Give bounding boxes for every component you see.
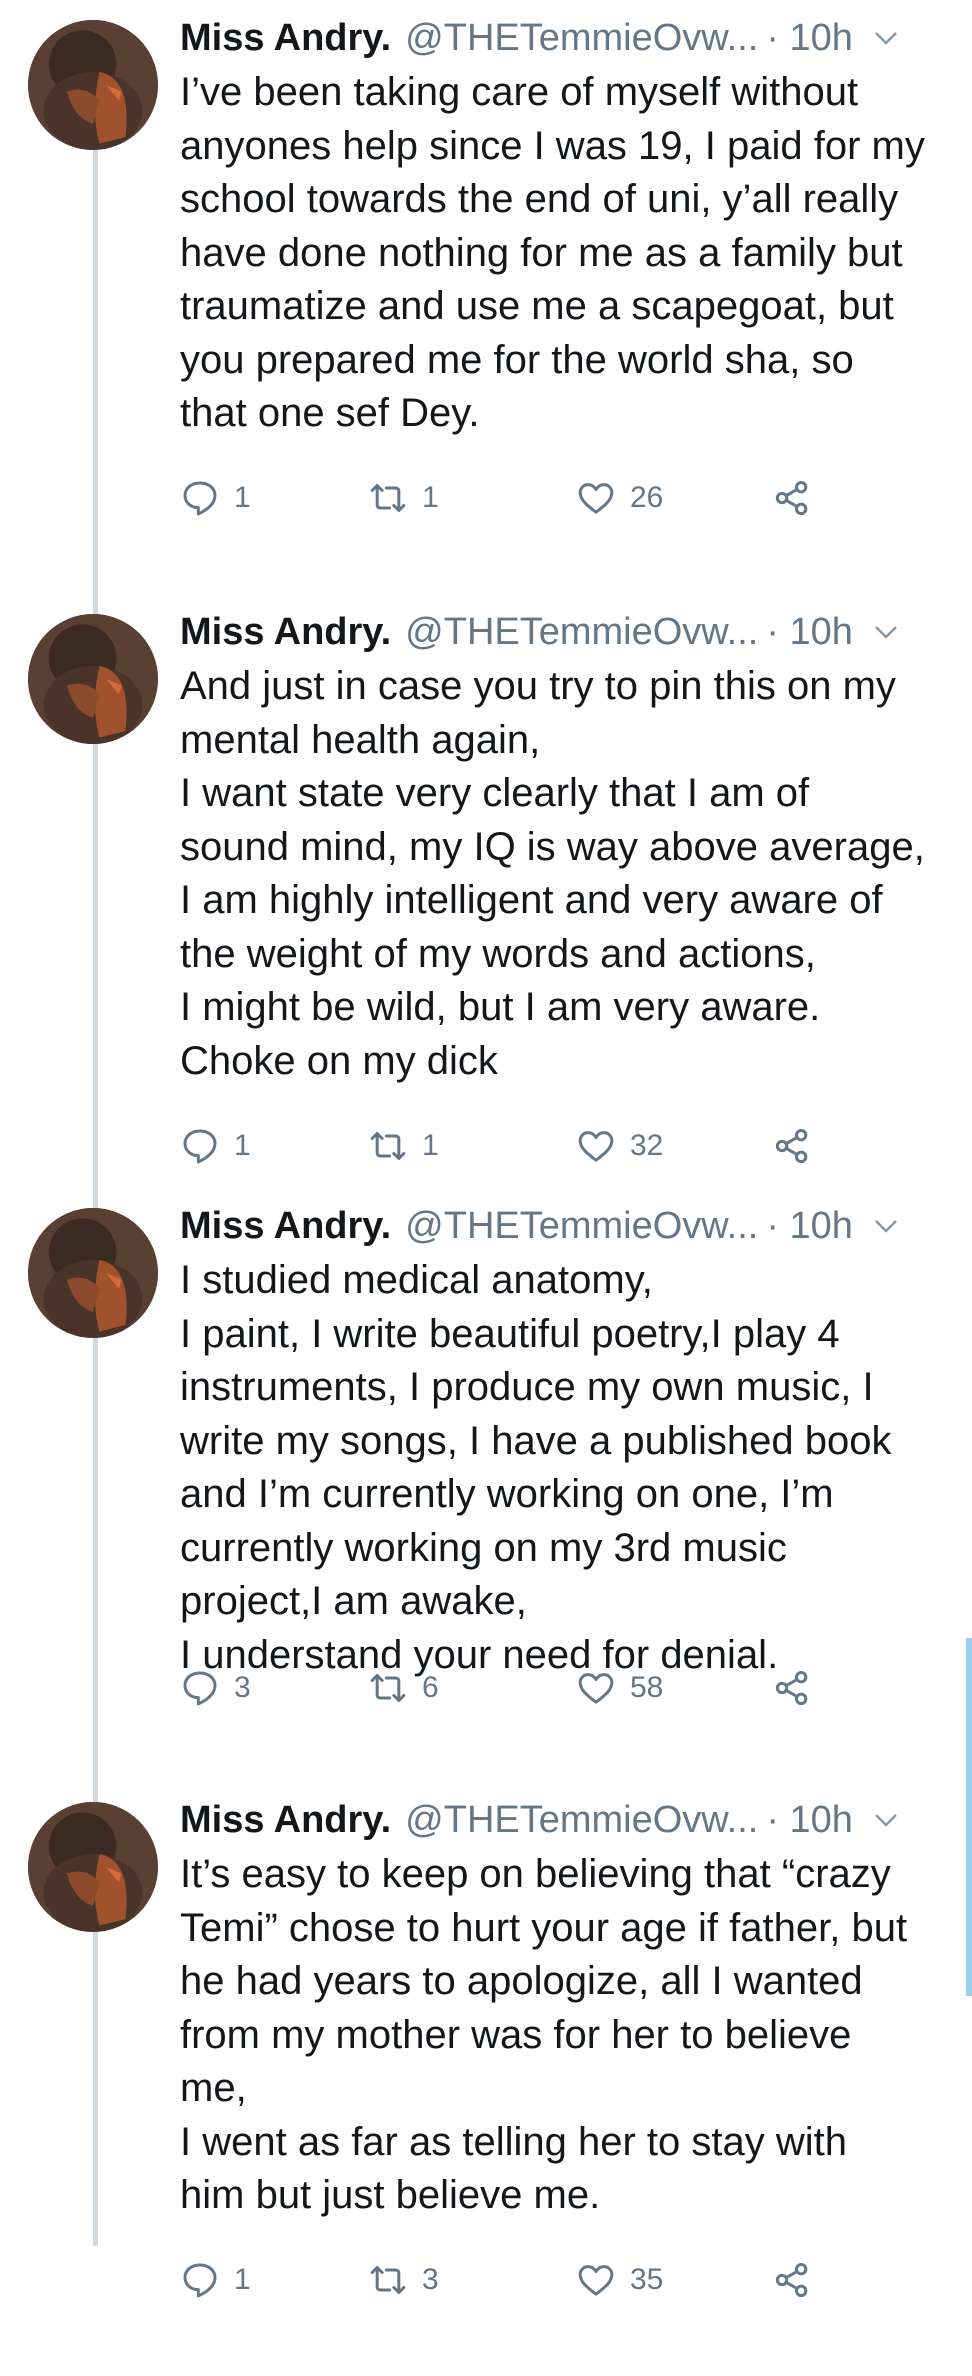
retweet-count: 6 xyxy=(422,1671,439,1704)
tweet-header: Miss Andry. @THETemmieOvw... · 10h xyxy=(180,12,950,64)
tweet-3[interactable]: Miss Andry. @THETemmieOvw... · 10h I stu… xyxy=(0,1188,972,1782)
avatar[interactable] xyxy=(28,20,158,150)
share-icon xyxy=(775,1129,808,1163)
retweet-icon xyxy=(370,1674,406,1702)
author-name[interactable]: Miss Andry. xyxy=(180,611,391,654)
author-handle[interactable]: @THETemmieOvw... xyxy=(405,1799,758,1842)
tweet-4[interactable]: Miss Andry. @THETemmieOvw... · 10h It’s … xyxy=(0,1782,972,2376)
heart-icon xyxy=(578,2265,614,2296)
share-button[interactable] xyxy=(772,470,812,526)
reply-button[interactable]: 3 xyxy=(180,1660,251,1716)
retweet-button[interactable]: 6 xyxy=(368,1660,439,1716)
avatar[interactable] xyxy=(28,614,158,744)
share-icon xyxy=(775,481,808,515)
avatar[interactable] xyxy=(28,1802,158,1932)
tweet-timestamp[interactable]: · 10h xyxy=(766,1799,853,1842)
heart-icon xyxy=(578,483,614,514)
avatar-image xyxy=(28,1208,158,1338)
tweet-1[interactable]: Miss Andry. @THETemmieOvw... · 10h I’ve … xyxy=(0,0,972,594)
like-button[interactable]: 32 xyxy=(576,1118,663,1174)
reply-icon xyxy=(183,481,217,516)
tweet-content: Miss Andry. @THETemmieOvw... · 10h I stu… xyxy=(180,1200,950,1706)
retweet-count: 1 xyxy=(422,1129,439,1162)
retweet-icon xyxy=(370,1132,406,1160)
chevron-down-icon[interactable] xyxy=(871,1211,901,1241)
share-button[interactable] xyxy=(772,2252,812,2308)
tweet-header: Miss Andry. @THETemmieOvw... · 10h xyxy=(180,1200,950,1252)
like-button[interactable]: 35 xyxy=(576,2252,663,2308)
retweet-count: 3 xyxy=(422,2263,439,2296)
reply-button[interactable]: 1 xyxy=(180,470,251,526)
like-count: 26 xyxy=(630,481,664,514)
retweet-icon xyxy=(370,2266,406,2294)
reply-count: 1 xyxy=(234,1129,251,1162)
reply-button[interactable]: 1 xyxy=(180,2252,251,2308)
tweet-actions: 1 1 32 xyxy=(180,1118,820,1174)
retweet-button[interactable]: 3 xyxy=(368,2252,439,2308)
like-button[interactable]: 26 xyxy=(576,470,663,526)
author-name[interactable]: Miss Andry. xyxy=(180,17,391,60)
tweet-text: It’s easy to keep on believing that “cra… xyxy=(180,1852,908,2217)
like-count: 58 xyxy=(630,1671,664,1704)
retweet-icon xyxy=(370,484,406,512)
share-button[interactable] xyxy=(772,1660,812,1716)
like-count: 35 xyxy=(630,2263,664,2296)
tweet-text: And just in case you try to pin this on … xyxy=(180,664,925,1083)
tweet-content: Miss Andry. @THETemmieOvw... · 10h I’ve … xyxy=(180,12,950,516)
reply-count: 1 xyxy=(234,481,251,514)
tweet-text: I’ve been taking care of myself without … xyxy=(180,70,925,435)
tweet-timestamp[interactable]: · 10h xyxy=(766,1205,853,1248)
tweet-actions: 1 1 26 xyxy=(180,470,820,526)
like-button[interactable]: 58 xyxy=(576,1660,663,1716)
chevron-down-icon[interactable] xyxy=(871,23,901,53)
author-handle[interactable]: @THETemmieOvw... xyxy=(405,17,758,60)
retweet-button[interactable]: 1 xyxy=(368,1118,439,1174)
author-handle[interactable]: @THETemmieOvw... xyxy=(405,611,758,654)
tweet-actions: 1 3 35 xyxy=(180,2252,820,2308)
reply-button[interactable]: 1 xyxy=(180,1118,251,1174)
chevron-down-icon[interactable] xyxy=(871,617,901,647)
author-name[interactable]: Miss Andry. xyxy=(180,1205,391,1248)
reply-icon xyxy=(183,2263,217,2298)
reply-count: 1 xyxy=(234,2263,251,2296)
author-name[interactable]: Miss Andry. xyxy=(180,1799,391,1842)
like-count: 32 xyxy=(630,1129,664,1162)
retweet-button[interactable]: 1 xyxy=(368,470,439,526)
tweet-header: Miss Andry. @THETemmieOvw... · 10h xyxy=(180,1794,950,1846)
retweet-count: 1 xyxy=(422,481,439,514)
tweet-header: Miss Andry. @THETemmieOvw... · 10h xyxy=(180,606,950,658)
tweet-2[interactable]: Miss Andry. @THETemmieOvw... · 10h And j… xyxy=(0,594,972,1188)
heart-icon xyxy=(578,1673,614,1704)
share-button[interactable] xyxy=(772,1118,812,1174)
avatar[interactable] xyxy=(28,1208,158,1338)
chevron-down-icon[interactable] xyxy=(871,1805,901,1835)
tweet-text: I studied medical anatomy, I paint, I wr… xyxy=(180,1258,892,1677)
tweet-actions: 3 6 58 xyxy=(180,1660,820,1716)
avatar-image xyxy=(28,20,158,150)
reply-icon xyxy=(183,1671,217,1706)
avatar-image xyxy=(28,1802,158,1932)
tweet-content: Miss Andry. @THETemmieOvw... · 10h And j… xyxy=(180,606,950,1164)
tweet-timestamp[interactable]: · 10h xyxy=(766,611,853,654)
heart-icon xyxy=(578,1131,614,1162)
share-icon xyxy=(775,1671,808,1705)
share-icon xyxy=(775,2263,808,2297)
author-handle[interactable]: @THETemmieOvw... xyxy=(405,1205,758,1248)
tweet-timestamp[interactable]: · 10h xyxy=(766,17,853,60)
avatar-image xyxy=(28,614,158,744)
reply-icon xyxy=(183,1129,217,1164)
tweet-content: Miss Andry. @THETemmieOvw... · 10h It’s … xyxy=(180,1794,950,2298)
reply-count: 3 xyxy=(234,1671,251,1704)
